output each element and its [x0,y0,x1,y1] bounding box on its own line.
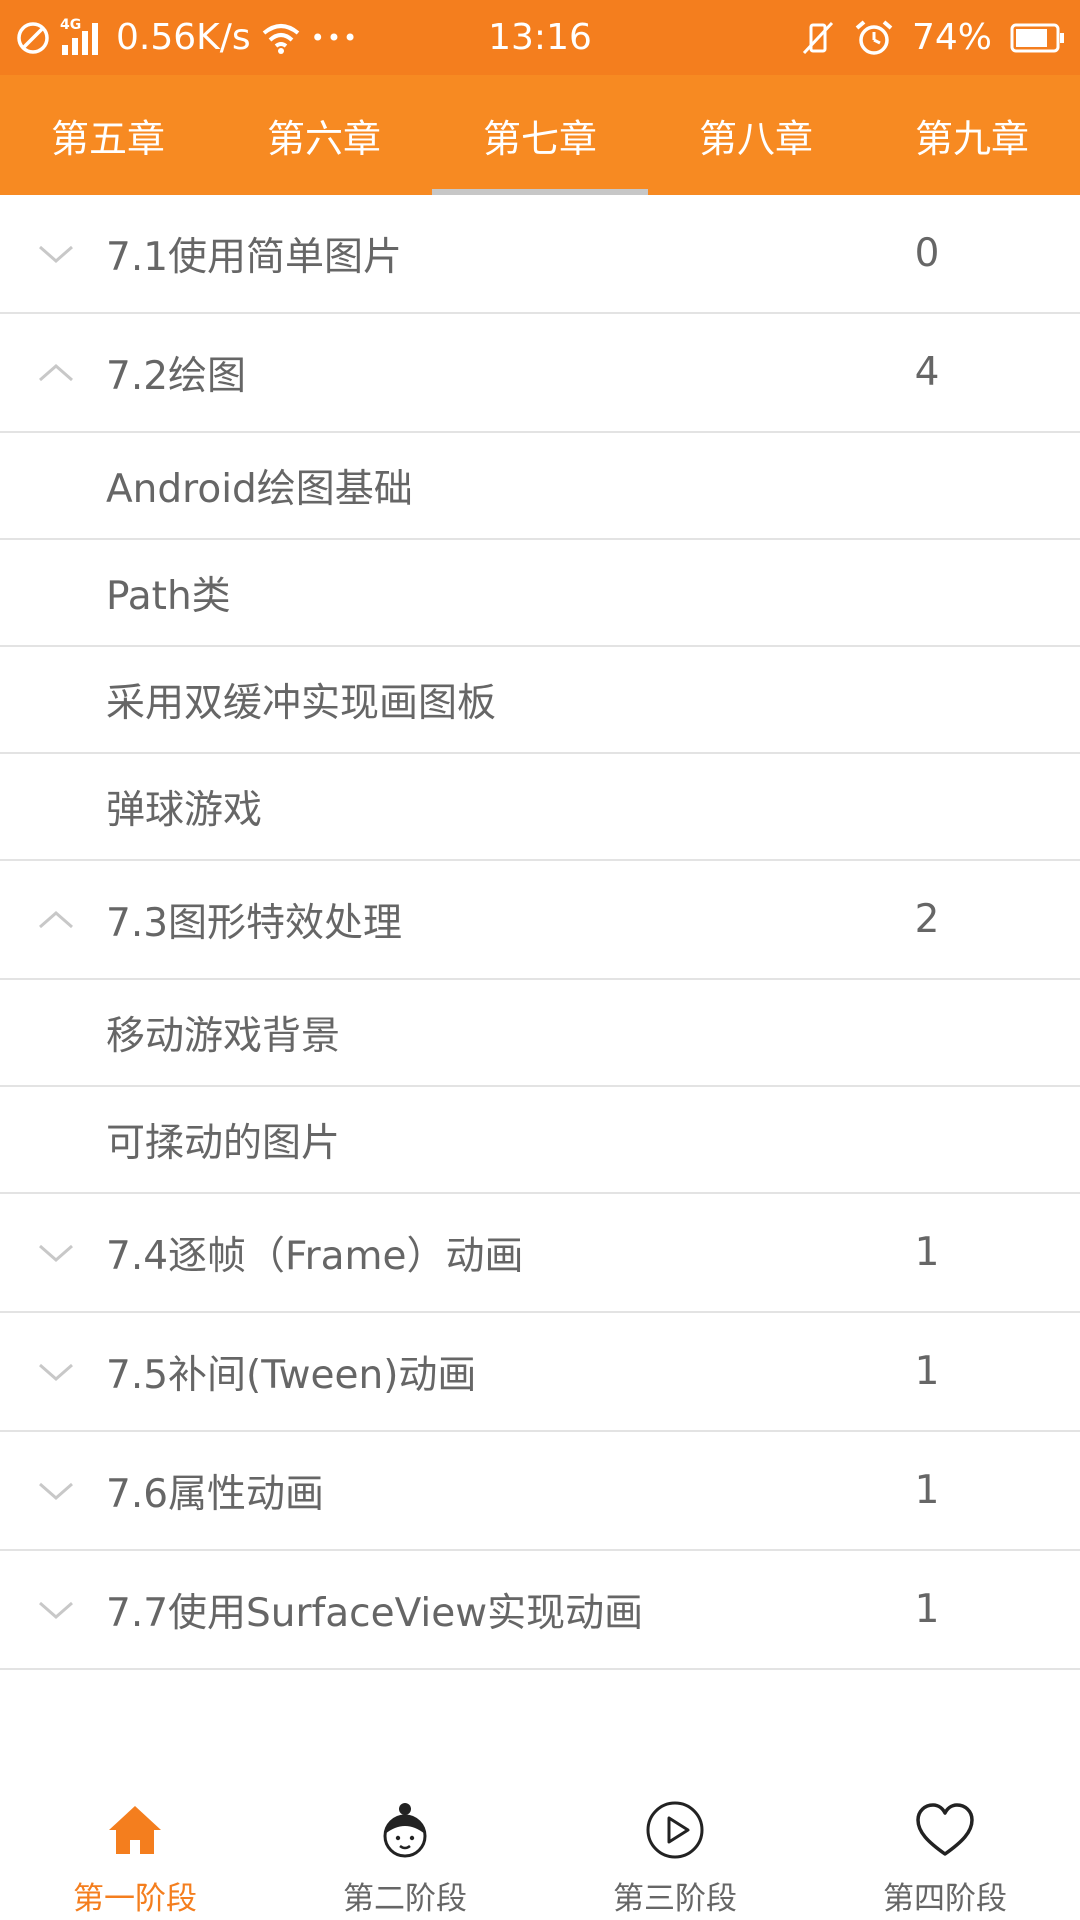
section-row-7-5[interactable]: 7.5补间(Tween)动画 1 [0,1313,1080,1432]
section-row-7-1[interactable]: 7.1使用简单图片 0 [0,195,1080,314]
lesson-row[interactable]: Android绘图基础 [0,433,1080,540]
section-row-7-2[interactable]: 7.2绘图 4 [0,314,1080,433]
nav-label: 第四阶段 [883,1881,1007,1917]
lesson-title: Android绘图基础 [106,466,413,512]
nav-label: 第二阶段 [343,1881,467,1917]
chevron-down-icon [39,1244,73,1262]
chevron-down-icon [39,245,73,263]
section-title: 7.7使用SurfaceView实现动画 [106,1590,644,1636]
section-title: 7.4逐帧（Frame）动画 [106,1233,524,1279]
section-title: 7.1使用简单图片 [106,234,403,280]
section-count: 1 [914,1468,940,1513]
lesson-row[interactable]: 可揉动的图片 [0,1087,1080,1194]
wifi-icon [261,21,301,55]
vibrate-off-icon [800,20,836,56]
clock: 13:16 [488,17,592,58]
lesson-title: 移动游戏背景 [106,1013,341,1059]
chevron-up-icon [39,363,73,381]
lesson-title: 采用双缓冲实现画图板 [106,680,497,726]
section-title: 7.3图形特效处理 [106,900,403,946]
tab-label: 第七章 [482,116,597,161]
nav-stage-3[interactable]: 第三阶段 [540,1775,810,1920]
section-count: 2 [914,897,940,942]
network-speed: 0.56K/s [116,17,251,58]
section-count: 1 [914,1349,940,1394]
bottom-navigation: 第一阶段 第二阶段 第三阶段 第四阶段 [0,1775,1080,1920]
chevron-down-icon [39,1363,73,1381]
section-count: 0 [914,231,940,276]
blocked-icon [16,21,50,55]
lesson-title: 可揉动的图片 [106,1120,341,1166]
nav-stage-2[interactable]: 第二阶段 [270,1775,540,1920]
tab-chapter-8[interactable]: 第八章 [648,75,864,195]
lesson-row[interactable]: 采用双缓冲实现画图板 [0,647,1080,754]
section-count: 1 [914,1587,940,1632]
nav-stage-1[interactable]: 第一阶段 [0,1775,270,1920]
more-indicator: ••• [310,23,360,52]
alarm-icon [854,19,894,57]
signal-icon: 4G [60,16,106,57]
heart-icon [912,1797,978,1863]
status-bar: 4G 0.56K/s ••• 13:16 74% [0,0,1080,75]
section-row-7-3[interactable]: 7.3图形特效处理 2 [0,861,1080,980]
status-bar-right: 74% [800,0,1066,75]
tab-label: 第五章 [50,116,165,161]
lesson-row[interactable]: Path类 [0,540,1080,647]
girl-face-icon [372,1797,438,1863]
chevron-down-icon [39,1601,73,1619]
tab-label: 第九章 [914,116,1029,161]
battery-icon [1010,22,1066,54]
nav-label: 第三阶段 [613,1881,737,1917]
lesson-title: 弹球游戏 [106,787,263,833]
section-title: 7.6属性动画 [106,1471,325,1517]
section-row-7-4[interactable]: 7.4逐帧（Frame）动画 1 [0,1194,1080,1313]
lesson-row[interactable]: 弹球游戏 [0,754,1080,861]
tab-chapter-9[interactable]: 第九章 [864,75,1080,195]
section-count: 1 [914,1230,940,1275]
section-count: 4 [914,350,940,395]
tab-chapter-7[interactable]: 第七章 [432,75,648,195]
section-list: 7.1使用简单图片 0 7.2绘图 4 Android绘图基础 Path类 采用… [0,195,1080,1670]
section-row-7-7[interactable]: 7.7使用SurfaceView实现动画 1 [0,1551,1080,1670]
nav-label: 第一阶段 [73,1881,197,1917]
chapter-tab-bar: 第五章 第六章 第七章 第八章 第九章 [0,75,1080,195]
nav-stage-4[interactable]: 第四阶段 [810,1775,1080,1920]
tab-chapter-5[interactable]: 第五章 [0,75,216,195]
tab-chapter-6[interactable]: 第六章 [216,75,432,195]
chevron-down-icon [39,1482,73,1500]
lesson-row[interactable]: 移动游戏背景 [0,980,1080,1087]
section-title: 7.2绘图 [106,353,247,399]
chevron-up-icon [39,910,73,928]
play-circle-icon [642,1797,708,1863]
section-row-7-6[interactable]: 7.6属性动画 1 [0,1432,1080,1551]
section-title: 7.5补间(Tween)动画 [106,1352,477,1398]
battery-percent: 74% [911,17,992,58]
home-icon [102,1797,168,1863]
status-bar-left: 4G 0.56K/s ••• [16,0,359,75]
tab-label: 第六章 [266,116,381,161]
network-type-label: 4G [60,16,82,33]
lesson-title: Path类 [106,573,231,619]
tab-label: 第八章 [698,116,813,161]
